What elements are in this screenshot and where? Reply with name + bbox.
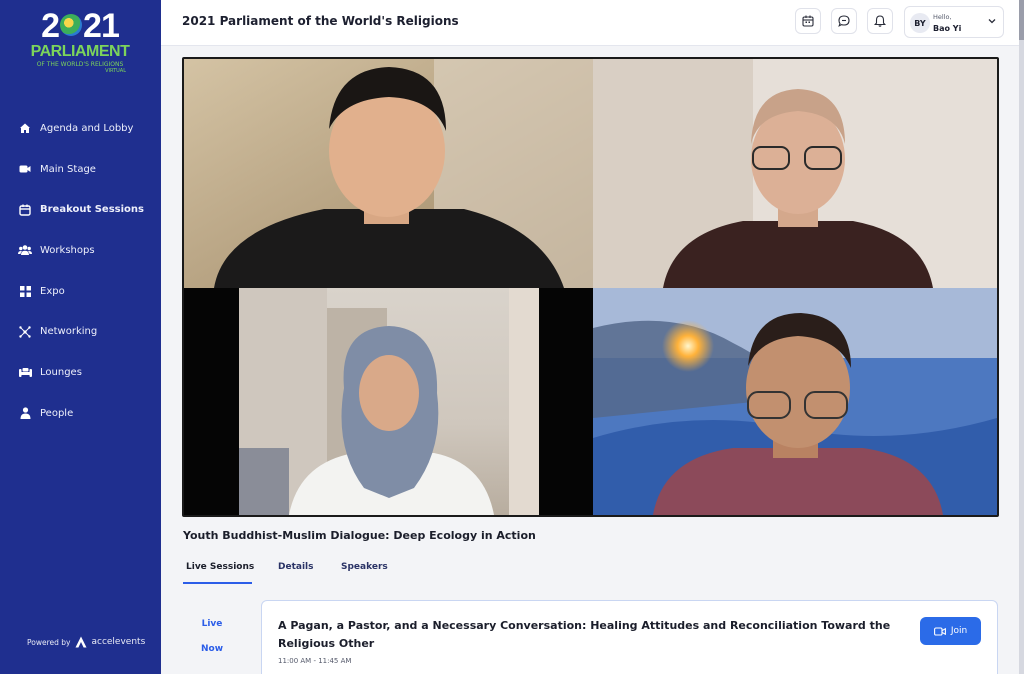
participant-silhouette [593,59,997,288]
globe-icon [60,14,83,37]
sidebar-item-agenda-and-lobby[interactable]: Agenda and Lobby [0,108,161,149]
join-button-label: Join [950,626,968,636]
sidebar-item-expo[interactable]: Expo [0,271,161,312]
live-session-card[interactable]: A Pagan, a Pastor, and a Necessary Conve… [261,600,998,674]
sidebar-item-label: Lounges [40,366,82,378]
participant-silhouette [239,288,539,515]
sidebar-item-label: People [40,407,74,419]
bell-icon [874,15,886,27]
logo-year: 2 21 [41,7,120,45]
home-icon [18,121,32,135]
sidebar-nav: Agenda and Lobby Main Stage Breakout Ses… [0,108,161,434]
scrollbar-thumb[interactable] [1019,0,1024,40]
lounge-icon [18,365,32,379]
sidebar-item-breakout-sessions[interactable]: Breakout Sessions [0,189,161,230]
user-greeting: Hello, [933,13,952,21]
sidebar-item-label: Networking [40,326,98,338]
logo-main-text: PARLIAMENT [30,43,130,60]
powered-by-label: Powered by [27,637,71,647]
sidebar: 2 21 PARLIAMENT OF THE WORLD'S RELIGIONS … [0,0,161,674]
powered-by[interactable]: Powered by accelevents [27,636,145,648]
event-logo[interactable]: 2 21 PARLIAMENT OF THE WORLD'S RELIGIONS … [30,8,130,80]
participant-silhouette [593,288,997,515]
top-header: 2021 Parliament of the World's Religions… [161,0,1024,46]
session-title: Youth Buddhist-Muslim Dialogue: Deep Eco… [183,529,536,542]
user-name: Bao Yi [933,24,962,33]
sidebar-item-label: Breakout Sessions [40,204,144,216]
sidebar-item-label: Workshops [40,244,95,256]
calendar-icon [18,203,32,217]
sidebar-item-workshops[interactable]: Workshops [0,230,161,271]
session-card-time: 11:00 AM - 11:45 AM [278,657,352,665]
accelevents-logo-icon [75,636,87,648]
join-button[interactable]: Join [920,617,981,645]
page-scrollbar[interactable] [1019,0,1024,674]
video-camera-icon [18,162,32,176]
participant-video-tile [593,288,997,515]
sidebar-item-label: Expo [40,285,65,297]
person-icon [18,406,32,420]
logo-sub-text: OF THE WORLD'S RELIGIONS [36,61,124,68]
chat-button[interactable] [831,8,857,34]
tab-details[interactable]: Details [278,562,313,572]
page-title: 2021 Parliament of the World's Religions [182,14,459,28]
grid-icon [18,284,32,298]
user-menu[interactable]: BY Hello, Bao Yi [904,6,1004,38]
active-tab-indicator [183,582,252,584]
chevron-down-icon [988,19,996,24]
sidebar-item-label: Agenda and Lobby [40,122,134,134]
tab-speakers[interactable]: Speakers [341,562,388,572]
sidebar-item-people[interactable]: People [0,393,161,434]
network-icon [18,325,32,339]
sidebar-item-main-stage[interactable]: Main Stage [0,149,161,190]
logo-tag-text: VIRTUAL [105,68,126,74]
agenda-button[interactable] [795,8,821,34]
chat-icon [838,15,850,27]
session-card-title: A Pagan, a Pastor, and a Necessary Conve… [278,619,891,650]
now-label: Now [200,644,224,654]
video-stream[interactable] [182,57,999,517]
participant-video-tile [184,59,593,288]
avatar: BY [910,13,930,33]
notifications-button[interactable] [867,8,893,34]
tab-live-sessions[interactable]: Live Sessions [186,562,254,572]
sidebar-item-lounges[interactable]: Lounges [0,352,161,393]
group-icon [18,243,32,257]
powered-by-brand: accelevents [91,637,146,647]
participant-video-tile [184,288,593,515]
live-label: Live [201,619,223,629]
calendar-icon [802,15,814,27]
participant-video-tile [593,59,997,288]
sidebar-item-label: Main Stage [40,163,96,175]
sidebar-item-networking[interactable]: Networking [0,311,161,352]
video-camera-icon [933,626,946,636]
live-now-label: Live Now [200,612,224,662]
participant-silhouette [184,59,593,288]
session-tabs: Live Sessions Details Speakers [183,556,483,586]
